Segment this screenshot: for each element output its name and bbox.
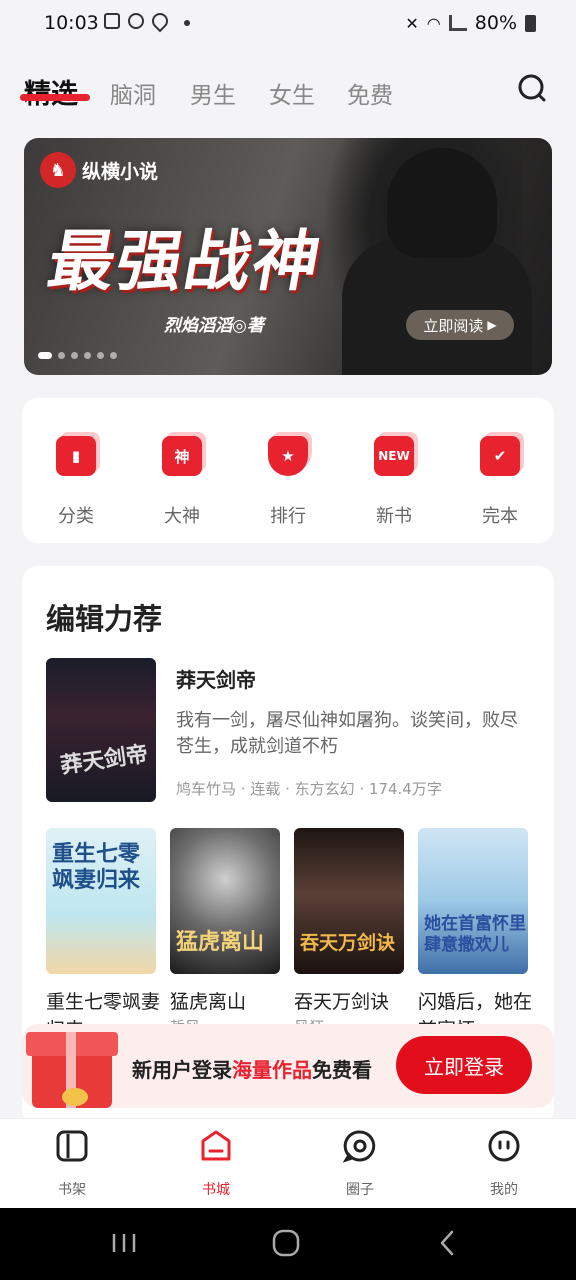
top-tabs: 精选 脑洞 男生 女生 免费 [0,64,576,114]
banner-dot [97,352,104,359]
status-bar: 10:03 ✕ ◠ 80% [0,0,576,48]
featured-book-description: 我有一剑，屠尽仙神如屠狗。谈笑间，败尽苍生，成就剑道不朽 [176,710,518,757]
featured-book-cover[interactable]: 莽天剑帝 [46,658,156,802]
banner-dot [58,352,65,359]
battery-icon [525,14,536,32]
active-tab-indicator [20,94,90,101]
cover-text: 她在首富怀里肆意撒欢儿 [424,914,526,955]
promo-banner[interactable]: ♞ 纵横小说 最强战神 烈焰滔滔◎著 立即阅读 ▶ [24,138,552,375]
book-cover: 重生七零飒妻归来 [46,828,156,974]
section-title: 编辑力荐 [46,602,163,636]
cloud-icon [128,13,144,29]
quick-links: ▮ 分类 神 大神 ★ 排行 NEW 新书 ✔ 完本 [22,398,554,543]
read-now-label: 立即阅读 [423,316,484,335]
banner-logo-text: 纵横小说 [82,160,159,183]
banner-dot [110,352,117,359]
book-cover: 她在首富怀里肆意撒欢儿 [418,828,528,974]
promo-text-highlight: 海量作品 [232,1058,312,1082]
cover-text: 猛虎离山 [176,930,265,955]
check-icon: ✔ [480,436,520,476]
quick-label: 大神 [164,506,200,527]
banner-pagination [38,352,117,359]
quick-master[interactable]: 神 大神 [142,428,222,528]
book-cover: 猛虎离山 [170,828,280,974]
location-icon [148,9,172,33]
new-badge-icon: NEW [374,436,414,476]
promo-text-post: 免费看 [312,1058,372,1082]
cover-text: 吞天万剑诀 [300,932,396,954]
banner-logo: ♞ 纵横小说 [40,152,158,188]
nav-bookstore[interactable]: 书城 [176,1129,256,1199]
quick-label: 排行 [270,506,306,527]
nav-label: 书城 [202,1182,230,1198]
cover-text: 重生七零飒妻归来 [52,842,141,893]
tab-female[interactable]: 女生 [269,76,315,110]
quick-new[interactable]: NEW 新书 [354,428,434,528]
quick-label: 完本 [482,506,518,527]
back-icon[interactable] [428,1228,468,1258]
book-card[interactable]: 猛虎离山 猛虎离山 哲风 [170,828,280,1037]
banner-figure-head [387,148,497,258]
wifi-icon: ◠ [426,13,441,33]
gallery-icon [104,13,120,29]
cover-text: 莽天剑帝 [59,741,150,779]
signal-icon [448,15,467,31]
login-promo-bar: 新用户登录海量作品免费看 立即登录 [22,1024,554,1108]
bookmark-icon: ▮ [56,436,96,476]
nav-bookshelf[interactable]: 书架 [32,1129,112,1199]
book-title: 猛虎离山 [170,991,247,1013]
status-right: ✕ ◠ 80% [405,12,536,34]
read-now-button[interactable]: 立即阅读 ▶ [406,310,514,340]
banner-dot [84,352,91,359]
quick-completed[interactable]: ✔ 完本 [460,428,540,528]
status-notification-icons [104,9,172,33]
login-button[interactable]: 立即登录 [396,1036,532,1094]
search-icon[interactable] [516,72,548,104]
tab-featured[interactable]: 精选 [24,72,78,111]
featured-book-title[interactable]: 莽天剑帝 [176,664,256,693]
nav-label: 书架 [58,1182,86,1198]
system-nav-bar [0,1208,576,1280]
banner-dot [71,352,78,359]
book-title: 吞天万剑诀 [294,991,390,1013]
play-arrow-icon: ▶ [487,318,497,332]
bookshelf-icon [56,1130,88,1162]
chat-circle-icon [342,1130,376,1163]
tab-free[interactable]: 免费 [347,76,393,110]
banner-dot [38,352,52,359]
profile-face-icon [488,1130,520,1162]
nav-profile[interactable]: 我的 [464,1129,544,1199]
tab-brainstorm[interactable]: 脑洞 [110,76,156,110]
quick-ranking[interactable]: ★ 排行 [248,428,328,528]
quick-label: 新书 [376,506,412,527]
battery-percent: 80% [474,12,517,34]
bottom-nav: 书架 书城 圈子 我的 [0,1118,576,1208]
mute-icon: ✕ [405,13,419,33]
banner-figure-body [342,238,532,375]
promo-text-pre: 新用户登录 [132,1058,232,1082]
book-cover: 吞天万剑诀 [294,828,404,974]
more-notifications-dot [184,20,190,26]
banner-title: 最强战神 [42,223,328,300]
coin-icon [62,1088,88,1106]
nav-label: 我的 [490,1182,518,1198]
quick-label: 分类 [58,506,94,527]
banner-author: 烈焰滔滔◎著 [164,316,264,336]
quick-category[interactable]: ▮ 分类 [36,428,116,528]
book-card[interactable]: 吞天万剑诀 吞天万剑诀 风狂 [294,828,404,1037]
trophy-icon: ★ [268,436,308,476]
nav-label: 圈子 [346,1182,374,1198]
recent-apps-icon[interactable] [104,1228,144,1258]
book-card[interactable]: 她在首富怀里肆意撒欢儿 闪婚后，她在首富怀 [418,828,532,1044]
bookstore-icon [201,1130,231,1161]
nav-circle[interactable]: 圈子 [320,1129,400,1199]
status-time: 10:03 [44,12,99,34]
home-icon[interactable] [266,1228,306,1258]
horse-logo-icon: ♞ [40,152,76,188]
featured-book-meta: 鸠车竹马 · 连载 · 东方玄幻 · 174.4万字 [176,780,442,798]
promo-text: 新用户登录海量作品免费看 [132,1054,372,1083]
crown-god-icon: 神 [162,436,202,476]
tab-male[interactable]: 男生 [190,76,236,110]
